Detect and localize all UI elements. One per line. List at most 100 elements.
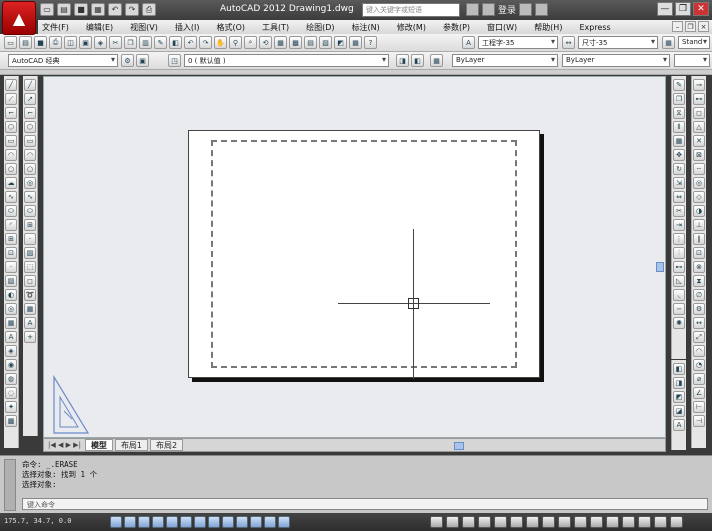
snap-perpendicular-icon[interactable]: ⊥ xyxy=(693,219,705,231)
region-icon[interactable]: ◎ xyxy=(5,303,17,315)
copy-icon[interactable]: ❐ xyxy=(124,36,137,49)
search-icon[interactable] xyxy=(466,3,479,16)
preview-icon[interactable]: ◫ xyxy=(64,36,77,49)
search-input[interactable]: 键入关键字或短语 xyxy=(362,3,460,17)
line-icon[interactable]: ╱ xyxy=(24,79,36,91)
zoom-status-icon[interactable] xyxy=(494,516,507,528)
save-icon[interactable]: ■ xyxy=(74,3,88,16)
dim-angular-icon[interactable]: ∠ xyxy=(693,387,705,399)
dim-linear-icon[interactable]: ↔ xyxy=(693,317,705,329)
vertical-scrollbar-thumb[interactable] xyxy=(656,262,664,272)
tab-layout1[interactable]: 布局1 xyxy=(114,439,149,451)
annotation-scale-icon[interactable] xyxy=(542,516,555,528)
steering-wheel-icon[interactable] xyxy=(510,516,523,528)
open-file-icon[interactable]: ▤ xyxy=(57,3,71,16)
menu-help[interactable]: 帮助(H) xyxy=(534,22,562,33)
ray-icon[interactable]: ↗ xyxy=(24,93,36,105)
layer-state-icon[interactable]: ▦ xyxy=(430,54,443,67)
extend-icon[interactable]: ⇥ xyxy=(673,219,685,231)
snap-node-icon[interactable]: ⊗ xyxy=(693,261,705,273)
block-icon[interactable]: ⊞ xyxy=(24,219,36,231)
rectangle-icon[interactable]: ▭ xyxy=(24,135,36,147)
command-window-handle[interactable] xyxy=(4,459,16,511)
snap-apparent-icon[interactable]: ⊠ xyxy=(693,149,705,161)
workspace-save-icon[interactable]: ▣ xyxy=(136,54,149,67)
move-icon[interactable]: ✥ xyxy=(673,149,685,161)
point-icon[interactable]: · xyxy=(5,261,17,273)
doc-close-button[interactable]: × xyxy=(698,21,709,32)
quick-view-layouts-icon[interactable] xyxy=(446,516,459,528)
snap-mode-icon[interactable] xyxy=(110,516,122,528)
snap-quadrant-icon[interactable]: ◇ xyxy=(693,191,705,203)
tab-navigation[interactable]: |◀ ◀ ▶ ▶| xyxy=(48,441,81,449)
bring-to-front-icon[interactable]: ◧ xyxy=(673,363,685,375)
menu-file[interactable]: 文件(F) xyxy=(42,22,69,33)
donut-icon[interactable]: ◎ xyxy=(24,177,36,189)
menu-modify[interactable]: 修改(M) xyxy=(397,22,426,33)
selection-cycling-icon[interactable] xyxy=(278,516,290,528)
light-icon[interactable]: ✦ xyxy=(5,401,17,413)
model-space-icon[interactable] xyxy=(430,516,443,528)
sheet-set-icon[interactable]: ▧ xyxy=(319,36,332,49)
showmotion-icon[interactable] xyxy=(526,516,539,528)
circle-icon[interactable]: ○ xyxy=(24,163,36,175)
construction-line-icon[interactable]: ⟋ xyxy=(5,93,17,105)
menu-insert[interactable]: 插入(I) xyxy=(175,22,200,33)
osnap-settings-icon[interactable]: ⚙ xyxy=(693,303,705,315)
explode-icon[interactable]: ✺ xyxy=(673,317,685,329)
bring-above-icon[interactable]: ◩ xyxy=(673,391,685,403)
menu-dimension[interactable]: 标注(N) xyxy=(352,22,380,33)
gradient-icon[interactable]: ◐ xyxy=(5,289,17,301)
dim-continue-icon[interactable]: ⊣ xyxy=(693,415,705,427)
ellipse-icon[interactable]: ⬭ xyxy=(5,205,17,217)
view-cube-icon[interactable]: ◈ xyxy=(5,345,17,357)
dynamic-ucs-icon[interactable] xyxy=(208,516,220,528)
menu-parametric[interactable]: 参数(P) xyxy=(443,22,470,33)
tab-layout2[interactable]: 布局2 xyxy=(150,439,184,451)
snap-nearest-icon[interactable]: ⧗ xyxy=(693,275,705,287)
hardware-acceleration-icon[interactable] xyxy=(606,516,619,528)
polyline-icon[interactable]: ⌐ xyxy=(24,107,36,119)
match-properties-icon[interactable]: ✎ xyxy=(154,36,167,49)
help-icon[interactable] xyxy=(535,3,549,16)
send-under-icon[interactable]: ◪ xyxy=(673,405,685,417)
close-button[interactable]: ✕ xyxy=(693,2,709,16)
hatch-icon[interactable]: ▨ xyxy=(24,247,36,259)
transparency-icon[interactable] xyxy=(250,516,262,528)
object-snap-tracking-icon[interactable] xyxy=(194,516,206,528)
quick-view-drawings-icon[interactable] xyxy=(462,516,475,528)
plot-icon[interactable]: ⎙ xyxy=(142,3,156,16)
redo-icon[interactable]: ↷ xyxy=(125,3,139,16)
scale-icon[interactable]: ⇲ xyxy=(673,177,685,189)
menu-window[interactable]: 窗口(W) xyxy=(487,22,517,33)
annotation-visibility-icon[interactable] xyxy=(558,516,571,528)
table-icon[interactable]: ▦ xyxy=(24,303,36,315)
save-icon[interactable]: ■ xyxy=(34,36,47,49)
text-style-select[interactable]: 工程字-35 xyxy=(478,36,558,49)
3d-publish-icon[interactable]: ◈ xyxy=(94,36,107,49)
menu-view[interactable]: 视图(V) xyxy=(130,22,158,33)
stretch-icon[interactable]: ⇔ xyxy=(673,191,685,203)
snap-extension-icon[interactable]: ┄ xyxy=(693,163,705,175)
lineweight-icon[interactable] xyxy=(236,516,248,528)
multiline-text-icon[interactable]: A xyxy=(5,331,17,343)
line-icon[interactable]: ╱ xyxy=(5,79,17,91)
paste-icon[interactable]: ▥ xyxy=(139,36,152,49)
boundary-icon[interactable]: ⬚ xyxy=(24,261,36,273)
block-editor-icon[interactable]: ◧ xyxy=(169,36,182,49)
array-icon[interactable]: ▦ xyxy=(673,135,685,147)
workspace-switch-icon[interactable] xyxy=(574,516,587,528)
make-block-icon[interactable]: ⊡ xyxy=(5,247,17,259)
grid-display-icon[interactable] xyxy=(124,516,136,528)
application-status-icon[interactable] xyxy=(638,516,651,528)
blend-icon[interactable]: ∽ xyxy=(673,303,685,315)
polar-tracking-icon[interactable] xyxy=(152,516,164,528)
zoom-window-icon[interactable]: ⌕ xyxy=(244,36,257,49)
insert-block-icon[interactable]: ⊞ xyxy=(5,233,17,245)
linetype-select[interactable]: ByLayer xyxy=(562,54,670,67)
offset-icon[interactable]: ⫴ xyxy=(673,121,685,133)
dim-arc-icon[interactable]: ◠ xyxy=(693,345,705,357)
walk-icon[interactable]: ◍ xyxy=(5,373,17,385)
design-center-icon[interactable]: ▩ xyxy=(289,36,302,49)
dim-radius-icon[interactable]: ◔ xyxy=(693,359,705,371)
